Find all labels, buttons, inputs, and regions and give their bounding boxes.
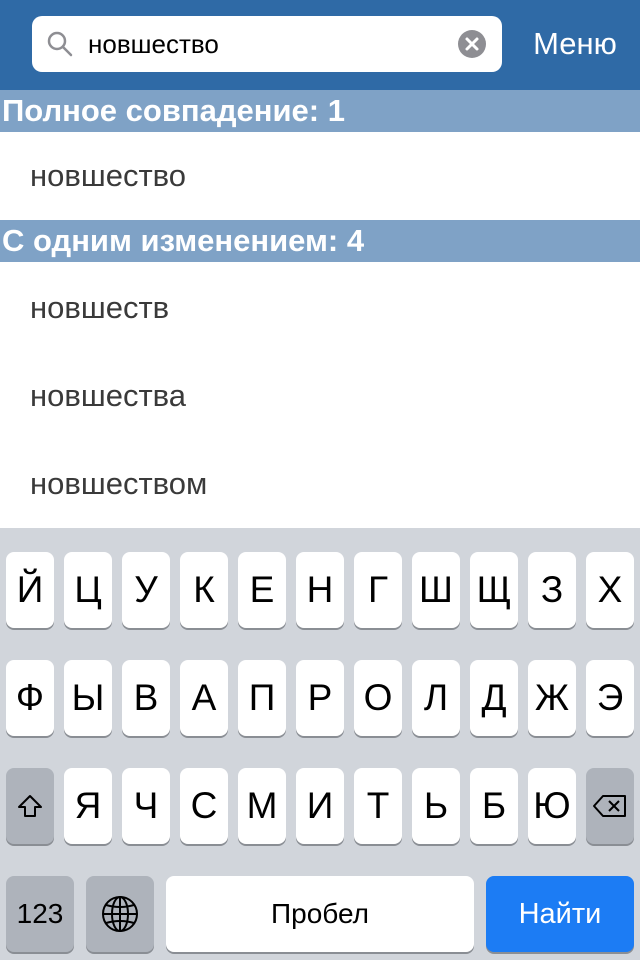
result-item-label: новшества bbox=[30, 378, 186, 413]
key[interactable]: Ь bbox=[412, 768, 460, 844]
key[interactable]: Ж bbox=[528, 660, 576, 736]
key[interactable]: Р bbox=[296, 660, 344, 736]
result-item[interactable]: новшеств bbox=[0, 264, 640, 352]
key[interactable]: Т bbox=[354, 768, 402, 844]
key[interactable]: И bbox=[296, 768, 344, 844]
result-item[interactable]: новшество bbox=[0, 132, 640, 220]
key[interactable]: Г bbox=[354, 552, 402, 628]
key[interactable]: Ш bbox=[412, 552, 460, 628]
navbar: Меню bbox=[0, 0, 640, 90]
key[interactable]: В bbox=[122, 660, 170, 736]
search-icon bbox=[47, 31, 73, 57]
shift-key[interactable] bbox=[6, 768, 54, 844]
key[interactable]: Л bbox=[412, 660, 460, 736]
key[interactable]: О bbox=[354, 660, 402, 736]
result-item[interactable]: новшеством bbox=[0, 440, 640, 528]
result-item-label: новшеств bbox=[30, 290, 170, 325]
backspace-icon bbox=[593, 795, 626, 817]
clear-icon bbox=[465, 37, 479, 51]
key[interactable]: З bbox=[528, 552, 576, 628]
key[interactable]: Н bbox=[296, 552, 344, 628]
key[interactable]: Ы bbox=[64, 660, 112, 736]
key[interactable]: Ч bbox=[122, 768, 170, 844]
key[interactable]: Ю bbox=[528, 768, 576, 844]
key[interactable]: Ф bbox=[6, 660, 54, 736]
search-submit-key[interactable]: Найти bbox=[486, 876, 634, 952]
key[interactable]: Х bbox=[586, 552, 634, 628]
key[interactable]: Б bbox=[470, 768, 518, 844]
result-item-label: новшество bbox=[30, 158, 186, 193]
shift-icon bbox=[18, 795, 42, 817]
backspace-key[interactable] bbox=[586, 768, 634, 844]
search-field[interactable] bbox=[32, 16, 502, 72]
key[interactable]: Э bbox=[586, 660, 634, 736]
space-key[interactable]: Пробел bbox=[166, 876, 474, 952]
menu-button[interactable]: Меню bbox=[520, 22, 630, 66]
result-item-label: новшеством bbox=[30, 466, 208, 501]
globe-icon bbox=[102, 896, 138, 932]
key[interactable]: Е bbox=[238, 552, 286, 628]
section-header-one-change: С одним изменением: 4 bbox=[0, 220, 640, 262]
key[interactable]: Д bbox=[470, 660, 518, 736]
result-item[interactable]: новшества bbox=[0, 352, 640, 440]
screen: Меню Полное совпадение: 1 новшество С од… bbox=[0, 0, 640, 960]
numbers-key[interactable]: 123 bbox=[6, 876, 74, 952]
search-input[interactable] bbox=[88, 24, 448, 64]
clear-button[interactable] bbox=[458, 30, 486, 58]
key[interactable]: У bbox=[122, 552, 170, 628]
globe-key[interactable] bbox=[86, 876, 154, 952]
key[interactable]: С bbox=[180, 768, 228, 844]
key[interactable]: Я bbox=[64, 768, 112, 844]
key[interactable]: Щ bbox=[470, 552, 518, 628]
key[interactable]: А bbox=[180, 660, 228, 736]
key[interactable]: Й bbox=[6, 552, 54, 628]
key[interactable]: П bbox=[238, 660, 286, 736]
key[interactable]: М bbox=[238, 768, 286, 844]
key[interactable]: Ц bbox=[64, 552, 112, 628]
key[interactable]: К bbox=[180, 552, 228, 628]
keyboard: Й Ц У К Е Н Г Ш Щ З Х Ф Ы В А П Р О Л Д … bbox=[0, 528, 640, 960]
section-header-exact: Полное совпадение: 1 bbox=[0, 90, 640, 132]
